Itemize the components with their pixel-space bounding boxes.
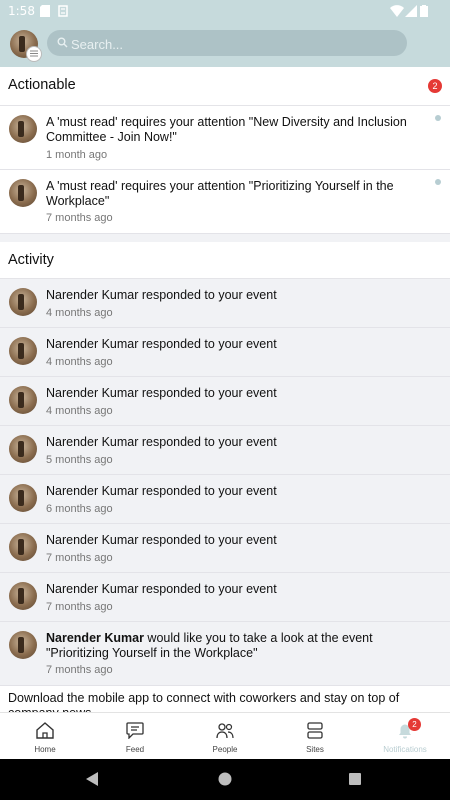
tab-label: Feed [125,745,145,754]
activity-item[interactable]: Narender Kumar responded to your event 6… [0,475,450,524]
notification-time: 7 months ago [46,212,113,224]
recents-icon[interactable] [349,773,361,785]
battery-icon [420,5,428,17]
notifications-count-badge: 2 [408,718,421,731]
search-bar[interactable] [47,30,407,58]
avatar [9,288,37,316]
event-link[interactable]: "Prioritizing Yourself in the Workplace" [46,646,258,660]
sites-icon [307,722,323,739]
notification-time: 7 months ago [46,601,113,613]
activity-item[interactable]: Narender Kumar responded to your event 4… [0,279,450,328]
notification-time: 7 months ago [46,552,113,564]
bottom-tab-bar: Home Feed People Sites 2 Notifications [0,712,450,760]
notification-message: would like you to take a look at the eve… [143,631,373,645]
signal-icon [405,5,417,17]
actionable-header: Actionable 2 [0,67,450,106]
unread-dot [435,179,441,185]
notifications-list[interactable]: Actionable 2 A 'must read' requires your… [0,67,450,712]
home-icon [36,722,54,739]
notification-text: A 'must read' requires your attention "N… [46,115,407,144]
status-time: 1:58 [8,4,35,18]
tab-feed[interactable]: Feed [90,713,180,760]
avatar [9,631,37,659]
tab-notifications[interactable]: 2 Notifications [360,713,450,760]
tab-label: Home [34,745,56,754]
tab-label: People [212,745,238,754]
notification-time: 6 months ago [46,503,113,515]
section-divider [0,234,450,242]
avatar [9,115,37,143]
avatar [9,386,37,414]
profile-menu-button[interactable] [10,30,42,62]
notification-text: Narender Kumar responded to your event [46,533,277,547]
activity-item[interactable]: Narender Kumar responded to your event 7… [0,573,450,622]
avatar [9,484,37,512]
home-circle-icon[interactable] [218,772,232,786]
activity-item[interactable]: Narender Kumar would like you to take a … [0,622,450,686]
notification-text: Narender Kumar would like you to take a … [46,631,426,660]
actionable-item[interactable]: A 'must read' requires your attention "N… [0,106,450,170]
avatar [9,179,37,207]
tab-sites[interactable]: Sites [270,713,360,760]
chat-icon [126,722,144,739]
download-app-banner[interactable]: Download the mobile app to connect with … [0,686,450,712]
banner-text: Download the mobile app to connect with … [8,691,400,712]
back-icon[interactable] [86,772,99,786]
notification-time: 4 months ago [46,356,113,368]
wifi-icon [390,5,404,17]
avatar [9,582,37,610]
sync-icon [58,5,68,17]
search-icon [57,37,68,48]
notification-text: A 'must read' requires your attention "P… [46,179,394,208]
status-bar: 1:58 [0,0,450,22]
activity-item[interactable]: Narender Kumar responded to your event 7… [0,524,450,573]
menu-icon [26,46,42,62]
section-title: Actionable [8,77,76,93]
notification-text: Narender Kumar responded to your event [46,484,277,498]
tab-label: Notifications [383,745,427,754]
notification-text: Narender Kumar responded to your event [46,288,277,302]
tab-label: Sites [306,745,324,754]
unread-dot [435,115,441,121]
avatar [9,533,37,561]
actor-name: Narender Kumar [46,631,144,645]
tab-people[interactable]: People [180,713,270,760]
notification-text: Narender Kumar responded to your event [46,337,277,351]
notification-time: 4 months ago [46,307,113,319]
avatar [9,337,37,365]
actionable-item[interactable]: A 'must read' requires your attention "P… [0,170,450,234]
activity-item[interactable]: Narender Kumar responded to your event 4… [0,377,450,426]
actionable-count-badge: 2 [428,79,442,93]
app-header [0,22,450,67]
activity-header: Activity [0,242,450,279]
avatar [9,435,37,463]
search-input[interactable] [69,30,393,58]
tab-home[interactable]: Home [0,713,90,760]
notification-time: 7 months ago [46,664,113,676]
activity-item[interactable]: Narender Kumar responded to your event 5… [0,426,450,475]
activity-item[interactable]: Narender Kumar responded to your event 4… [0,328,450,377]
section-title: Activity [8,252,54,268]
notification-time: 4 months ago [46,405,113,417]
people-icon [216,723,234,739]
notification-text: Narender Kumar responded to your event [46,435,277,449]
notification-time: 1 month ago [46,149,108,161]
system-nav-bar [0,759,450,800]
notification-text: Narender Kumar responded to your event [46,582,277,596]
notification-time: 5 months ago [46,454,113,466]
sd-card-icon [40,5,50,17]
notification-text: Narender Kumar responded to your event [46,386,277,400]
